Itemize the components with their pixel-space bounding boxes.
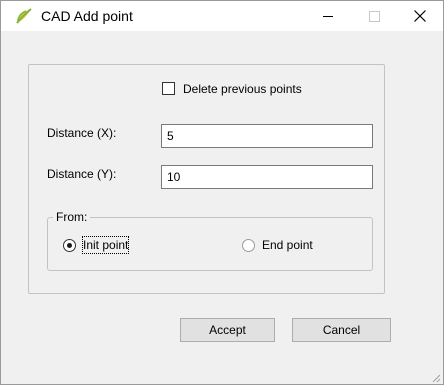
close-icon — [414, 10, 426, 22]
radio-selected-dot — [67, 243, 72, 248]
distance-x-input[interactable] — [161, 124, 373, 148]
distance-y-label: Distance (Y): — [47, 167, 117, 181]
end-point-radio[interactable] — [242, 239, 255, 252]
dialog-window: CAD Add point Delete previous points Dis… — [0, 0, 444, 385]
minimize-icon — [323, 16, 333, 17]
init-point-radio[interactable] — [63, 239, 76, 252]
qgis-leaf-icon — [15, 7, 33, 25]
delete-previous-label[interactable]: Delete previous points — [183, 81, 302, 97]
checkbox-box[interactable] — [162, 82, 175, 95]
maximize-button — [351, 1, 397, 31]
end-point-label[interactable]: End point — [262, 237, 313, 253]
resize-grip-icon[interactable] — [431, 372, 441, 383]
close-button[interactable] — [397, 1, 443, 31]
maximize-icon — [369, 11, 380, 22]
minimize-button[interactable] — [305, 1, 351, 31]
window-title: CAD Add point — [41, 8, 133, 24]
from-groupbox-title: From: — [53, 209, 91, 225]
distance-y-input[interactable] — [161, 165, 373, 189]
title-bar[interactable]: CAD Add point — [1, 1, 443, 31]
accept-button[interactable]: Accept — [180, 318, 275, 342]
init-point-label[interactable]: Init point — [81, 236, 130, 254]
distance-x-label: Distance (X): — [47, 126, 117, 140]
cancel-button[interactable]: Cancel — [292, 318, 391, 342]
